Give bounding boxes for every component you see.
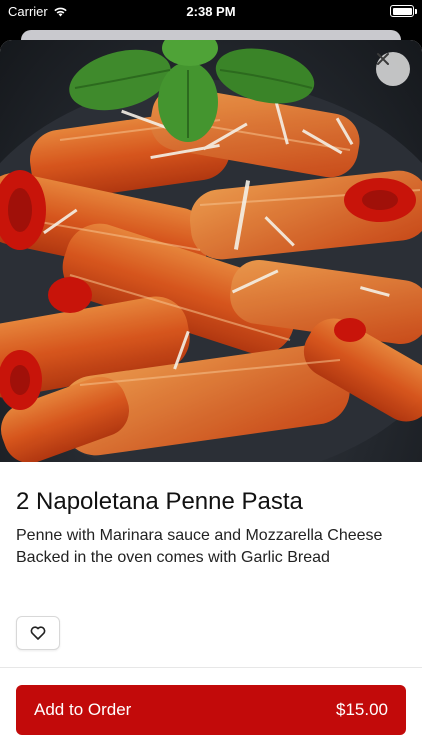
status-bar: Carrier 2:38 PM <box>0 0 422 22</box>
heart-icon <box>30 626 46 640</box>
add-to-order-label: Add to Order <box>34 700 132 719</box>
penne-pasta-photo <box>0 40 422 462</box>
favorite-button[interactable] <box>16 616 60 650</box>
divider <box>0 667 422 668</box>
item-description: Penne with Marinara sauce and Mozzarella… <box>16 527 383 566</box>
item-title: 2 Napoletana Penne Pasta <box>16 488 303 515</box>
close-button[interactable] <box>376 52 410 86</box>
battery-tip <box>415 9 417 14</box>
status-time: 2:38 PM <box>186 4 236 19</box>
add-to-order-button[interactable]: Add to Order $15.00 <box>16 685 406 735</box>
close-icon <box>377 53 389 65</box>
item-detail-sheet: 2 Napoletana Penne Pasta Penne with Mari… <box>0 40 422 750</box>
order-price: $15.00 <box>336 700 388 719</box>
battery-icon <box>390 5 414 17</box>
